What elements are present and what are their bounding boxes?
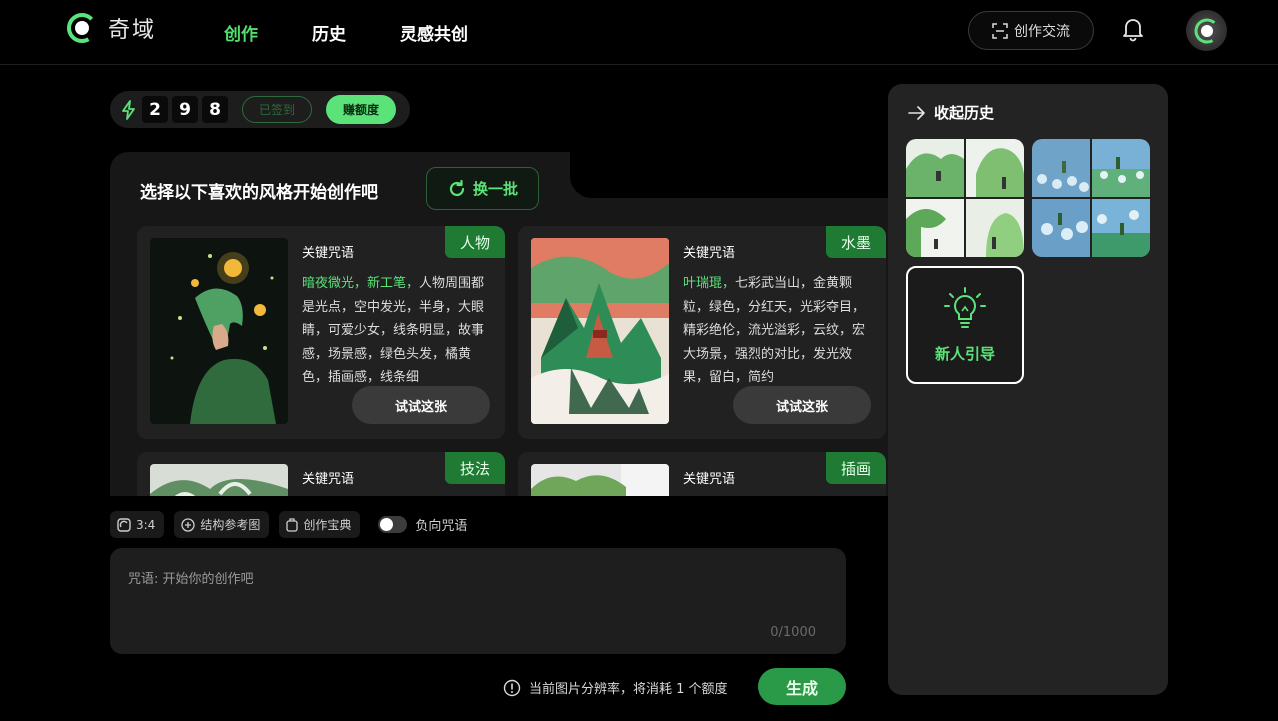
aspect-ratio-button[interactable]: 3:4 xyxy=(110,511,165,538)
history-thumb xyxy=(966,199,1024,257)
credit-digit: 8 xyxy=(202,96,228,123)
generate-button[interactable]: 生成 xyxy=(758,668,846,705)
credits-bar: 2 9 8 已签到 赚额度 xyxy=(110,91,410,128)
avatar-logo-icon xyxy=(1194,18,1219,43)
style-thumbnail xyxy=(531,238,669,424)
logo[interactable]: 奇域 xyxy=(66,12,156,44)
main-nav: 创作 历史 灵感共创 xyxy=(224,20,522,45)
nav-create[interactable]: 创作 xyxy=(224,20,258,45)
bell-icon[interactable] xyxy=(1120,16,1146,42)
signed-in-button[interactable]: 已签到 xyxy=(242,96,312,123)
history-thumb xyxy=(1032,199,1090,257)
negative-prompt-label: 负向咒语 xyxy=(415,519,468,534)
keyword-label: 关键咒语 xyxy=(683,246,736,261)
nav-inspiration[interactable]: 灵感共创 xyxy=(400,20,468,45)
style-card-technique[interactable]: 关键咒语 技法 xyxy=(137,452,505,496)
app-name: 奇域 xyxy=(108,18,157,43)
prompt-toolbar: 3:4 结构参考图 创作宝典 负向咒语 xyxy=(110,511,467,538)
cost-notice-text: 当前图片分辨率，将消耗 1 个额度 xyxy=(529,682,728,697)
history-item[interactable] xyxy=(1032,139,1150,257)
style-thumbnail xyxy=(150,464,288,496)
style-tag: 插画 xyxy=(826,452,886,484)
nav-history[interactable]: 历史 xyxy=(312,20,346,45)
structure-reference-label: 结构参考图 xyxy=(200,518,261,532)
history-thumb xyxy=(1092,199,1150,257)
style-highlight: 叶瑞琨， xyxy=(683,276,736,291)
style-tag: 人物 xyxy=(445,226,505,258)
arrow-right-icon xyxy=(908,105,925,120)
community-label: 创作交流 xyxy=(1014,23,1070,40)
prompt-box: 0/1000 xyxy=(110,548,846,654)
history-thumb xyxy=(966,139,1024,197)
info-icon xyxy=(503,679,521,696)
add-icon xyxy=(181,517,195,532)
try-style-button[interactable]: 试试这张 xyxy=(733,386,871,424)
earn-credits-button[interactable]: 赚额度 xyxy=(326,95,396,124)
ratio-icon xyxy=(117,517,131,532)
structure-reference-button[interactable]: 结构参考图 xyxy=(174,511,270,538)
history-thumb xyxy=(906,199,964,257)
style-description: 暗夜微光，新工笔，人物周围都是光点，空中发光，半身，大眼睛，可爱少女，线条明显，… xyxy=(302,272,492,392)
history-thumb xyxy=(906,139,964,197)
toggle-switch[interactable] xyxy=(378,516,408,533)
keyword-label: 关键咒语 xyxy=(683,472,736,487)
history-thumb xyxy=(1092,139,1150,197)
style-panel-title: 选择以下喜欢的风格开始创作吧 xyxy=(140,183,378,203)
newbie-guide-card[interactable]: 新人引导 xyxy=(906,266,1024,384)
top-header: 奇域 创作 历史 灵感共创 创作交流 xyxy=(0,0,1278,65)
scan-icon xyxy=(992,22,1008,39)
credit-digit: 9 xyxy=(172,96,198,123)
creation-guide-button[interactable]: 创作宝典 xyxy=(279,511,361,538)
keyword-label: 关键咒语 xyxy=(302,472,355,487)
style-description: 叶瑞琨，七彩武当山，金黄颗粒，绿色，分红天，光彩夺目，精彩绝伦，流光溢彩，云纹，… xyxy=(683,272,873,392)
collapse-history-button[interactable]: 收起历史 xyxy=(908,102,994,123)
style-card-portrait[interactable]: 关键咒语 暗夜微光，新工笔，人物周围都是光点，空中发光，半身，大眼睛，可爱少女，… xyxy=(137,226,505,439)
history-item[interactable] xyxy=(906,139,1024,257)
refresh-label: 换一批 xyxy=(472,180,518,198)
book-icon xyxy=(286,517,298,532)
avatar[interactable] xyxy=(1186,10,1227,51)
creation-guide-label: 创作宝典 xyxy=(303,518,352,532)
try-style-button[interactable]: 试试这张 xyxy=(352,386,490,424)
style-thumbnail xyxy=(531,464,669,496)
style-card-ink[interactable]: 关键咒语 叶瑞琨，七彩武当山，金黄颗粒，绿色，分红天，光彩夺目，精彩绝伦，流光溢… xyxy=(518,226,886,439)
char-counter: 0/1000 xyxy=(770,625,816,640)
cost-notice: 当前图片分辨率，将消耗 1 个额度 xyxy=(503,678,728,697)
prompt-input[interactable] xyxy=(128,568,828,628)
style-panel: 选择以下喜欢的风格开始创作吧 换一批 关键咒语 暗夜微光，新工笔，人物周围都是光… xyxy=(110,152,910,496)
collapse-history-label: 收起历史 xyxy=(934,104,995,122)
style-description-text: 人物周围都是光点，空中发光，半身，大眼睛，可爱少女，线条明显，故事感，场景感，绿… xyxy=(302,276,485,385)
logo-icon xyxy=(67,13,98,43)
refresh-button[interactable]: 换一批 xyxy=(426,167,539,210)
aspect-ratio-value: 3:4 xyxy=(136,517,156,532)
style-description-text: 七彩武当山，金黄颗粒，绿色，分红天，光彩夺目，精彩绝伦，流光溢彩，云纹，宏大场景… xyxy=(683,276,866,385)
history-thumb xyxy=(1032,139,1090,197)
credit-digit: 2 xyxy=(142,96,168,123)
lightbulb-icon xyxy=(944,286,986,328)
keyword-label: 关键咒语 xyxy=(302,246,355,261)
lightning-icon xyxy=(122,99,135,120)
newbie-guide-label: 新人引导 xyxy=(934,344,995,363)
refresh-icon xyxy=(449,179,465,196)
style-thumbnail xyxy=(150,238,288,424)
history-panel: 收起历史 新人引导 xyxy=(888,84,1168,695)
style-tag: 水墨 xyxy=(826,226,886,258)
style-highlight: 暗夜微光，新工笔， xyxy=(302,276,420,291)
negative-prompt-toggle[interactable]: 负向咒语 xyxy=(378,515,467,534)
style-card-illustration[interactable]: 关键咒语 插画 xyxy=(518,452,886,496)
panel-corner xyxy=(570,152,910,198)
style-tag: 技法 xyxy=(445,452,505,484)
community-button[interactable]: 创作交流 xyxy=(968,11,1094,50)
